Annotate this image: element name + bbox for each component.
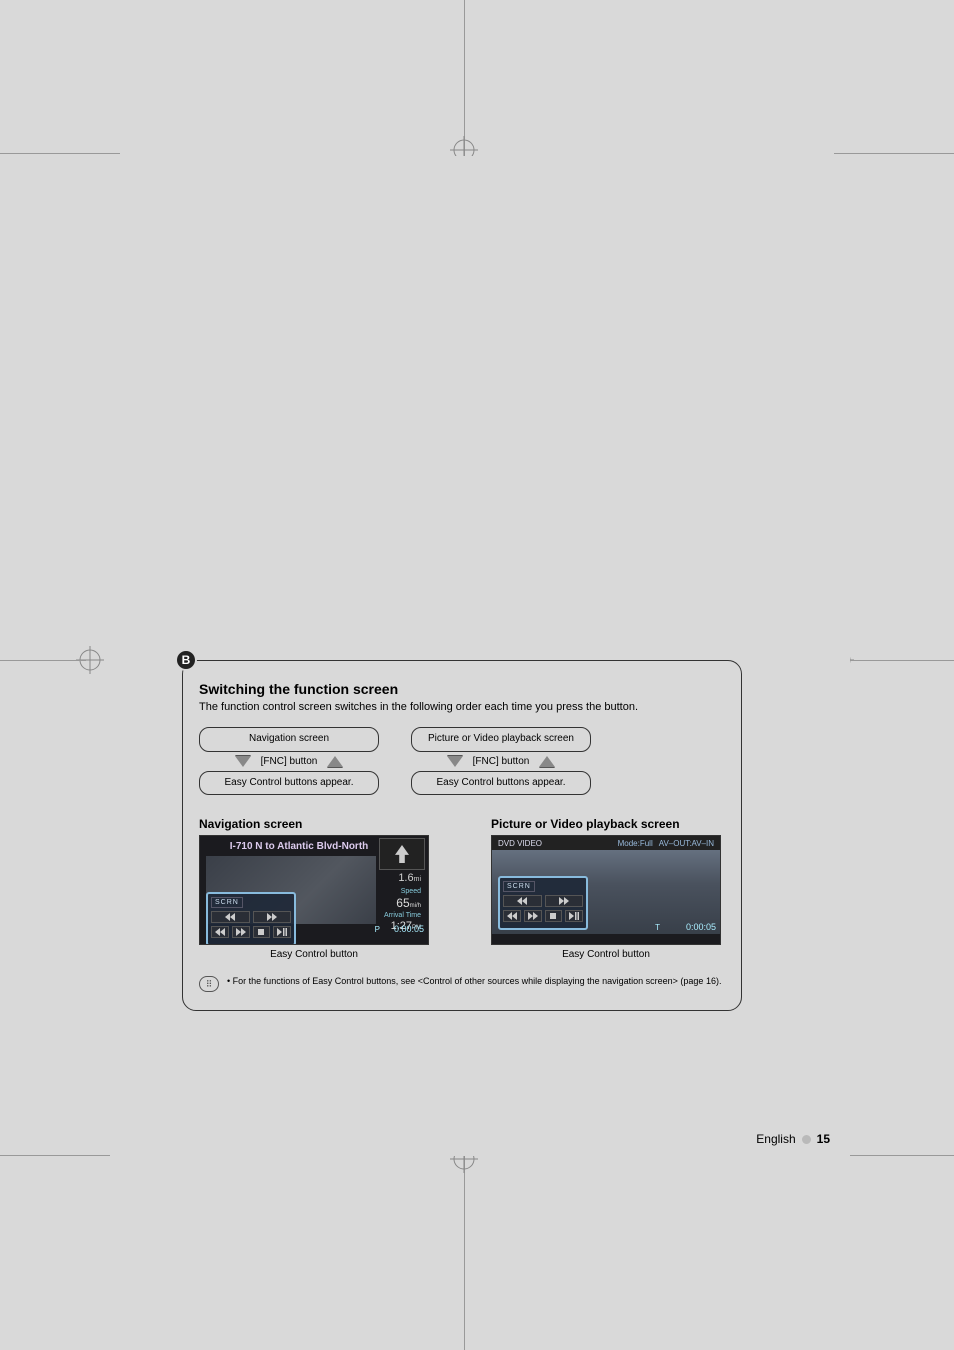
flow-box-easy-control: Easy Control buttons appear. bbox=[199, 771, 379, 796]
rewind-icon bbox=[503, 910, 521, 922]
note-icon: ⠿ bbox=[199, 976, 219, 992]
easy-control-panel: SCRN bbox=[206, 892, 296, 945]
nav-destination-title: I-710 N to Atlantic Blvd-North bbox=[210, 841, 388, 852]
nav-arrival-label: Arrival Time bbox=[379, 912, 425, 919]
forward-icon bbox=[524, 910, 542, 922]
playback-top-bar: DVD VIDEO Mode:Full AV–OUT:AV–IN bbox=[492, 836, 720, 850]
crop-line bbox=[464, 1145, 465, 1350]
crop-line bbox=[834, 1155, 954, 1156]
prev-track-icon bbox=[211, 911, 250, 923]
crop-line bbox=[834, 153, 954, 154]
arrow-up-icon bbox=[539, 756, 555, 767]
footer-page-number: 15 bbox=[817, 1132, 830, 1146]
footer-dot-icon bbox=[802, 1135, 811, 1144]
page-footer: English 15 bbox=[756, 1132, 830, 1146]
screenshot-heading-nav: Navigation screen bbox=[199, 817, 429, 831]
playback-screen-preview: DVD VIDEO Mode:Full AV–OUT:AV–IN T 0:00:… bbox=[491, 835, 721, 945]
forward-icon bbox=[232, 926, 250, 938]
screenshot-caption: Easy Control button bbox=[491, 949, 721, 960]
nav-playback-time: 0:00:05 bbox=[394, 924, 424, 934]
play-pause-icon bbox=[273, 926, 291, 938]
section-description: The function control screen switches in … bbox=[199, 701, 725, 713]
flow-step: [FNC] button bbox=[411, 756, 591, 767]
nav-speed-value: 65mi/h bbox=[379, 896, 425, 910]
flow-column-navigation: Navigation screen [FNC] button Easy Cont… bbox=[199, 727, 379, 795]
playback-source: DVD VIDEO bbox=[492, 839, 612, 848]
nav-playback-indicator: P bbox=[375, 925, 380, 934]
arrow-down-icon bbox=[447, 756, 463, 767]
note-text: • For the functions of Easy Control butt… bbox=[227, 976, 721, 986]
flow-box-playback-screen: Picture or Video playback screen bbox=[411, 727, 591, 752]
note: ⠿ • For the functions of Easy Control bu… bbox=[199, 976, 725, 992]
next-track-icon bbox=[253, 911, 292, 923]
crop-line bbox=[844, 660, 954, 661]
screen-button: SCRN bbox=[211, 897, 243, 908]
flow-box-nav-screen: Navigation screen bbox=[199, 727, 379, 752]
section-title: Switching the function screen bbox=[199, 681, 725, 697]
page-content: B Switching the function screen The func… bbox=[110, 156, 850, 1156]
prev-track-icon bbox=[503, 895, 542, 907]
rewind-icon bbox=[211, 926, 229, 938]
playback-t-indicator: T bbox=[655, 923, 660, 932]
flow-diagram: Navigation screen [FNC] button Easy Cont… bbox=[199, 727, 725, 795]
next-track-icon bbox=[545, 895, 584, 907]
nav-speed-label: Speed bbox=[379, 888, 425, 895]
nav-distance: 1.6mi bbox=[379, 872, 425, 884]
crop-line bbox=[0, 1155, 120, 1156]
screenshot-heading-playback: Picture or Video playback screen bbox=[491, 817, 721, 831]
crop-line bbox=[0, 660, 86, 661]
flow-column-playback: Picture or Video playback screen [FNC] b… bbox=[411, 727, 591, 795]
playback-mode: Mode:Full bbox=[612, 839, 659, 848]
arrow-up-icon bbox=[327, 756, 343, 767]
screenshot-column-navigation: Navigation screen I-710 N to Atlantic Bl… bbox=[199, 817, 429, 960]
flow-button-label: [FNC] button bbox=[261, 756, 318, 767]
playback-avout: AV–OUT:AV–IN bbox=[659, 839, 720, 848]
screenshot-row: Navigation screen I-710 N to Atlantic Bl… bbox=[199, 817, 725, 960]
flow-step: [FNC] button bbox=[199, 756, 379, 767]
stop-icon bbox=[545, 910, 563, 922]
screenshot-caption: Easy Control button bbox=[199, 949, 429, 960]
section-badge: B bbox=[175, 649, 197, 671]
turn-arrow-icon bbox=[379, 838, 425, 870]
play-pause-icon bbox=[565, 910, 583, 922]
navigation-screen-preview: I-710 N to Atlantic Blvd-North 1.6mi Spe… bbox=[199, 835, 429, 945]
crop-line bbox=[0, 153, 120, 154]
playback-time: 0:00:05 bbox=[686, 922, 716, 932]
flow-button-label: [FNC] button bbox=[473, 756, 530, 767]
arrow-down-icon bbox=[235, 756, 251, 767]
screen-button: SCRN bbox=[503, 881, 535, 892]
screenshot-column-playback: Picture or Video playback screen DVD VID… bbox=[491, 817, 721, 960]
footer-language: English bbox=[756, 1132, 795, 1146]
stop-icon bbox=[253, 926, 271, 938]
flow-box-easy-control: Easy Control buttons appear. bbox=[411, 771, 591, 796]
easy-control-panel: SCRN bbox=[498, 876, 588, 930]
section-switching-function-screen: B Switching the function screen The func… bbox=[182, 660, 742, 1011]
